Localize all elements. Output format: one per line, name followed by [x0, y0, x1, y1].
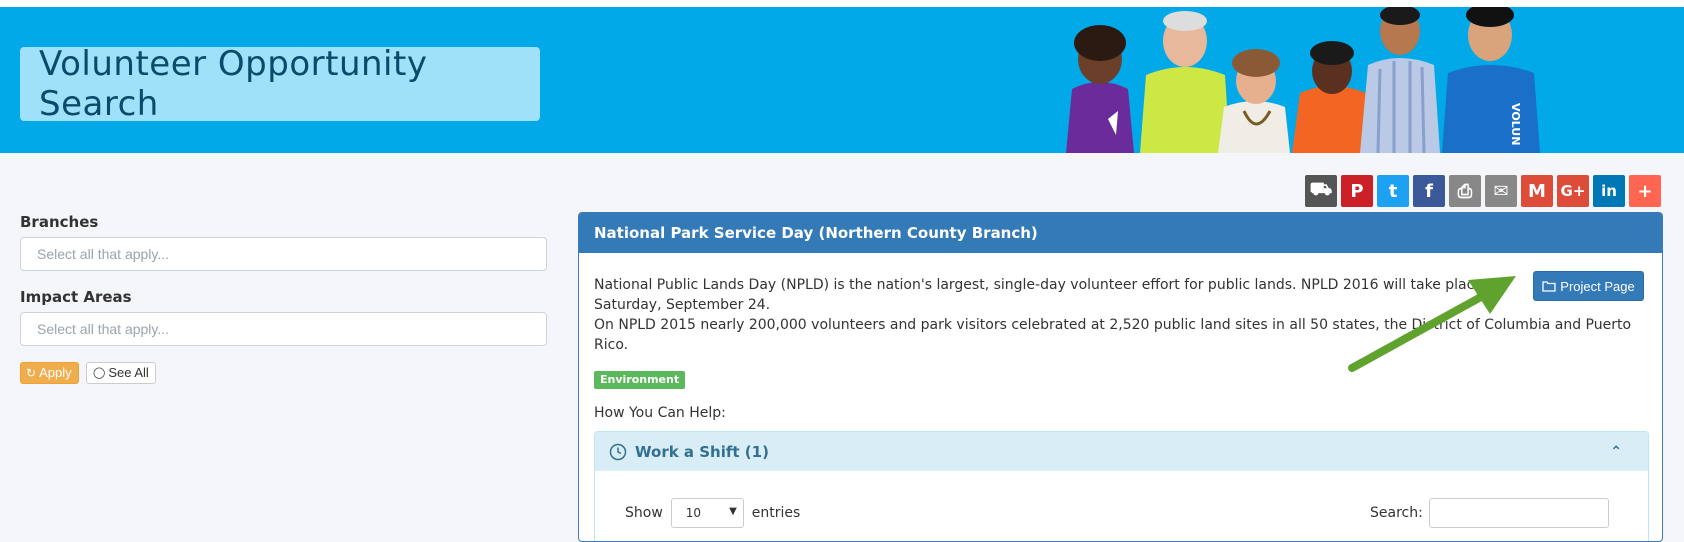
apply-button[interactable]: ↻ Apply — [20, 362, 79, 384]
apply-label: Apply — [39, 365, 72, 380]
person-purple — [1066, 25, 1134, 153]
work-a-shift-header[interactable]: Work a Shift (1) ⌃ — [595, 432, 1648, 471]
folder-icon — [1542, 281, 1556, 292]
person-plaid — [1360, 7, 1440, 153]
person-orange — [1292, 41, 1372, 153]
entries-select[interactable]: 10 ▼ — [670, 498, 744, 528]
person-lime — [1140, 11, 1230, 153]
table-search: Search: — [1370, 498, 1609, 528]
twitter-icon[interactable]: t — [1377, 175, 1409, 207]
more-icon[interactable]: + — [1629, 175, 1661, 207]
search-input[interactable] — [1428, 498, 1609, 528]
gmail-icon[interactable]: M — [1521, 175, 1553, 207]
see-all-button[interactable]: ◯ See All — [86, 362, 156, 384]
print-icon[interactable]: ⎙ — [1449, 175, 1481, 207]
branches-placeholder: Select all that apply... — [37, 246, 170, 262]
impact-areas-select[interactable]: Select all that apply... — [20, 312, 547, 346]
entries-value: 10 — [685, 506, 702, 520]
pinterest-icon[interactable]: P — [1341, 175, 1373, 207]
refresh-icon: ↻ — [26, 366, 37, 380]
google-plus-icon[interactable]: G+ — [1557, 175, 1589, 207]
work-a-shift-section: Work a Shift (1) ⌃ Show 10 ▼ entries Sea… — [594, 431, 1649, 541]
clock-icon — [609, 443, 627, 460]
see-all-label: See All — [108, 365, 149, 380]
title-box: Volunteer Opportunity Search — [20, 44, 540, 124]
person-white — [1218, 49, 1290, 153]
share-icon[interactable]: ⛟ — [1305, 175, 1337, 207]
dropdown-arrow-icon: ▼ — [729, 506, 737, 517]
impact-areas-label: Impact Areas — [20, 288, 132, 306]
project-page-label: Project Page — [1560, 278, 1635, 294]
impact-areas-placeholder: Select all that apply... — [37, 321, 170, 337]
chevron-up-icon[interactable]: ⌃ — [1610, 444, 1622, 460]
header-banner: Volunteer Opportunity Search VOLUN — [0, 7, 1684, 153]
how-you-can-help-label: How You Can Help: — [594, 405, 726, 421]
project-page-button[interactable]: Project Page — [1533, 271, 1644, 301]
linkedin-icon[interactable]: in — [1593, 175, 1625, 207]
page-title: Volunteer Opportunity Search — [39, 44, 428, 124]
email-icon[interactable]: ✉ — [1485, 175, 1517, 207]
svg-text:VOLUN: VOLUN — [1509, 103, 1522, 145]
social-share-bar: ⛟ Pt f ⎙ ✉ M G+ in + — [1305, 175, 1661, 207]
annotation-arrow — [1348, 276, 1516, 372]
top-strip — [0, 0, 1684, 7]
work-a-shift-title: Work a Shift (1) — [635, 442, 769, 461]
facebook-icon[interactable]: f — [1413, 175, 1445, 207]
person-blue: VOLUN — [1442, 7, 1540, 153]
panel-title: National Park Service Day (Northern Coun… — [579, 213, 1662, 253]
impact-area-tag: Environment — [594, 371, 686, 389]
entries-length-control: Show 10 ▼ entries — [625, 498, 800, 528]
branches-label: Branches — [20, 213, 99, 231]
speech-bubble-icon: ◯ — [93, 367, 106, 379]
branches-select[interactable]: Select all that apply... — [20, 237, 547, 271]
volunteers-photo: VOLUN — [1066, 7, 1540, 153]
